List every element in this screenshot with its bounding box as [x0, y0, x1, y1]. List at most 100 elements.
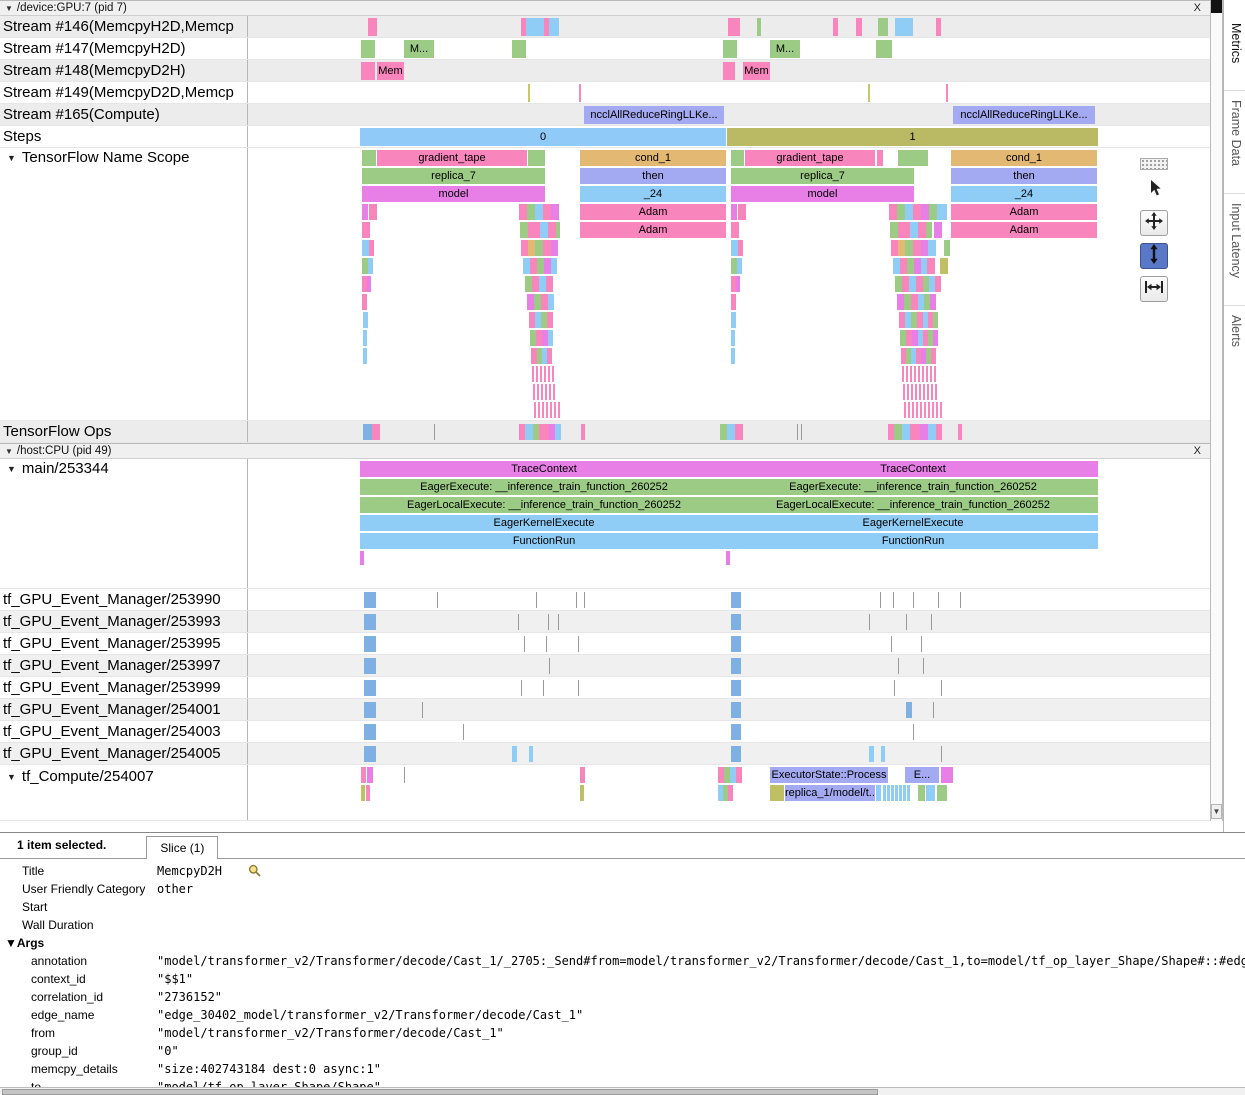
timeline-slice[interactable]: [933, 330, 938, 346]
timeline-slice[interactable]: [893, 592, 894, 608]
timeline-slice[interactable]: M...: [770, 40, 800, 58]
timeline-slice[interactable]: [731, 330, 735, 346]
timeline-slice[interactable]: [876, 785, 881, 801]
timeline-slice[interactable]: [944, 240, 950, 256]
timeline-slice[interactable]: [362, 204, 368, 220]
timeline-slice[interactable]: [902, 366, 936, 382]
timeline-slice[interactable]: [913, 204, 921, 220]
timeline-slice[interactable]: [770, 785, 784, 801]
timeline-slice[interactable]: [946, 84, 948, 102]
timeline-slice[interactable]: [880, 592, 881, 608]
timeline-slice[interactable]: [558, 614, 559, 630]
timeline-slice[interactable]: Adam: [951, 222, 1097, 238]
timeline-slice[interactable]: [434, 424, 435, 440]
timeline-slice[interactable]: [731, 658, 741, 674]
timeline-slice[interactable]: [738, 204, 746, 220]
timeline-slice[interactable]: [369, 240, 374, 256]
timeline-slice[interactable]: [927, 258, 935, 274]
timeline-slice[interactable]: [551, 204, 559, 220]
timeline-slice[interactable]: [894, 680, 895, 696]
timeline-slice[interactable]: [940, 258, 948, 274]
timeline-slice[interactable]: [364, 658, 376, 674]
timeline-slice[interactable]: EagerExecute: __inference_train_function…: [360, 479, 728, 495]
timeline-slice[interactable]: [906, 702, 912, 718]
timeline-slice[interactable]: [364, 702, 376, 718]
timeline-slice[interactable]: [918, 785, 925, 801]
timeline-slice[interactable]: [757, 18, 761, 36]
timeline-slice[interactable]: [726, 551, 730, 565]
timeline-slice[interactable]: [731, 702, 741, 718]
timeline-slice[interactable]: [937, 785, 947, 801]
timeline-slice[interactable]: [731, 222, 739, 238]
timeline-slice[interactable]: [935, 276, 941, 292]
timeline-slice[interactable]: [905, 240, 913, 256]
timeline-slice[interactable]: [897, 204, 905, 220]
timeline-slice[interactable]: [883, 785, 911, 801]
timeline-slice[interactable]: [905, 204, 913, 220]
select-tool-button[interactable]: [1140, 177, 1168, 203]
timeline-slice[interactable]: [723, 40, 737, 58]
scrollbar-thumb[interactable]: [2, 1089, 878, 1095]
timeline-slice[interactable]: cond_1: [951, 150, 1097, 166]
timeline-slice[interactable]: [362, 222, 370, 238]
timeline-slice[interactable]: [891, 636, 892, 652]
timeline-slice[interactable]: [920, 424, 928, 440]
timeline-slice[interactable]: [529, 746, 533, 762]
timeline-slice[interactable]: [580, 767, 585, 783]
timeline-slice[interactable]: [731, 746, 741, 762]
timeline-slice[interactable]: [731, 294, 736, 310]
timeline-slice[interactable]: [933, 702, 934, 718]
timeline-slice[interactable]: [926, 222, 932, 238]
timeline-slice[interactable]: TraceContext: [728, 461, 1098, 477]
timeline-slice[interactable]: [367, 767, 373, 783]
timeline-slice[interactable]: ExecutorState::Process: [770, 767, 888, 783]
side-tab-alerts[interactable]: Alerts: [1224, 305, 1245, 356]
timeline-slice[interactable]: [525, 424, 533, 440]
timeline-slice[interactable]: replica_1/model/t...: [785, 785, 875, 801]
timeline-slice[interactable]: [463, 724, 464, 740]
timeline-slice[interactable]: [535, 204, 543, 220]
timeline-slice[interactable]: [856, 18, 862, 36]
pan-tool-button[interactable]: [1140, 210, 1168, 236]
side-tab-input-latency[interactable]: Input Latency: [1224, 193, 1245, 287]
timeline-slice[interactable]: [536, 592, 537, 608]
timeline-slice[interactable]: [535, 240, 543, 256]
timeline-slice[interactable]: [364, 636, 376, 652]
timeline-slice[interactable]: [581, 424, 585, 440]
timeline-slice[interactable]: [576, 592, 577, 608]
timeline-slice[interactable]: [539, 276, 546, 292]
collapse-icon[interactable]: ▼: [7, 765, 16, 789]
timeline-slice[interactable]: [869, 746, 874, 762]
timeline-slice[interactable]: [902, 424, 910, 440]
timeline-slice[interactable]: [731, 240, 738, 256]
timeline-slice[interactable]: [938, 592, 939, 608]
timeline-slice[interactable]: [914, 258, 921, 274]
timeline-slice[interactable]: [731, 348, 735, 364]
timeline-slice[interactable]: [960, 592, 961, 608]
timeline-slice[interactable]: [916, 276, 923, 292]
timeline-slice[interactable]: [897, 294, 904, 310]
timeline-slice[interactable]: [928, 424, 936, 440]
timeline-slice[interactable]: [541, 294, 548, 310]
timing-tool-button[interactable]: [1140, 276, 1168, 302]
timeline-slice[interactable]: [528, 84, 530, 102]
timeline-slice[interactable]: [869, 614, 870, 630]
timeline-slice[interactable]: [736, 767, 742, 783]
timeline-slice[interactable]: [580, 785, 584, 801]
timeline-slice[interactable]: [731, 150, 744, 166]
timeline-slice[interactable]: [532, 366, 554, 382]
timeline-slice[interactable]: [735, 424, 743, 440]
close-button[interactable]: X: [1194, 444, 1201, 458]
timeline-slice[interactable]: then: [951, 168, 1097, 184]
timeline-slice[interactable]: EagerLocalExecute: __inference_train_fun…: [360, 497, 728, 513]
scroll-down-button[interactable]: ▼: [1211, 804, 1222, 819]
timeline-slice[interactable]: [544, 258, 551, 274]
collapse-icon[interactable]: ▼: [5, 2, 13, 16]
timeline-slice[interactable]: then: [580, 168, 726, 184]
timeline-slice[interactable]: [546, 276, 553, 292]
timeline-slice[interactable]: [797, 424, 798, 440]
timeline-slice[interactable]: [548, 614, 549, 630]
collapse-icon[interactable]: ▼: [5, 445, 13, 459]
timeline-slice[interactable]: [422, 702, 423, 718]
timeline-slice[interactable]: EagerKernelExecute: [360, 515, 728, 531]
